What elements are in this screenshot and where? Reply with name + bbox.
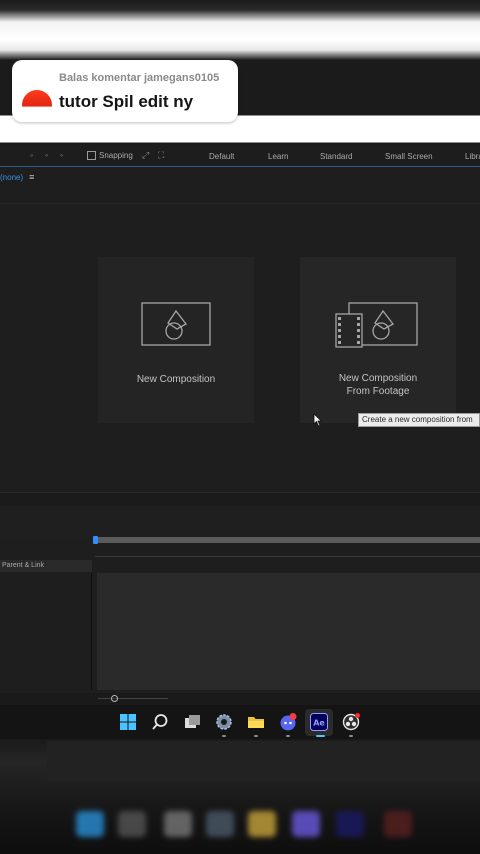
running-indicator [286, 735, 290, 737]
composition-icon [141, 302, 211, 346]
comment-text: tutor Spil edit ny [59, 92, 194, 111]
from-footage-label-line2: From Footage [346, 386, 410, 397]
viewer-status-bar [0, 492, 480, 506]
new-composition-from-footage-button[interactable]: New Composition From Footage [300, 257, 456, 423]
snapping-toggle[interactable]: Snapping [87, 151, 133, 160]
new-composition-button[interactable]: New Composition [98, 257, 254, 423]
reply-comment-card: Balas komentar jamegans0105 tutor Spil e… [12, 60, 238, 122]
workspace-standard[interactable]: Standard [320, 152, 352, 161]
reflection-blur [292, 811, 320, 837]
mouse-cursor-icon [313, 413, 322, 427]
reflection-blur [76, 811, 104, 837]
tool-icon[interactable]: ◦ [45, 150, 55, 160]
composition-panel-tab[interactable]: (none) ≡ [0, 170, 34, 184]
composition-name[interactable]: (none) [0, 173, 23, 182]
snapping-checkbox[interactable] [87, 151, 96, 160]
reflection-blur [336, 811, 364, 837]
windows-start-icon[interactable] [119, 713, 137, 731]
tool-icon[interactable]: ◦ [60, 150, 70, 160]
windows-taskbar: Ae [0, 705, 480, 739]
snap-edges-icon[interactable]: ⤢ [142, 150, 152, 160]
time-ruler[interactable] [95, 545, 480, 557]
comment-avatar [22, 90, 52, 120]
layer-list[interactable] [0, 573, 92, 690]
running-indicator [222, 735, 226, 737]
workspace-small-screen[interactable]: Small Screen [385, 152, 433, 161]
reflection-blur [118, 811, 146, 837]
running-indicator [254, 735, 258, 737]
obs-icon[interactable] [342, 713, 360, 731]
active-indicator [316, 735, 325, 737]
reflection-blur [206, 811, 234, 837]
after-effects-window: ◦ ◦ ◦ Snapping ⤢ ⛶ Default Learn Standar… [0, 145, 480, 705]
snapping-label: Snapping [99, 151, 133, 160]
reflection-blur [248, 811, 276, 837]
workspace-toolbar: ◦ ◦ ◦ Snapping ⤢ ⛶ Default Learn Standar… [0, 145, 480, 167]
file-explorer-icon[interactable] [247, 713, 265, 731]
screen-reflection [0, 739, 480, 854]
current-time-indicator[interactable] [93, 536, 98, 544]
after-effects-icon[interactable]: Ae [310, 713, 328, 731]
zoom-slider-track[interactable] [98, 698, 168, 699]
reply-label: Balas komentar jamegans0105 [59, 72, 220, 84]
snap-features-icon[interactable]: ⛶ [158, 150, 168, 160]
workspace-libraries[interactable]: Libra [465, 152, 480, 161]
tooltip: Create a new composition from [358, 413, 480, 427]
new-composition-label: New Composition [136, 374, 216, 385]
workspace-default[interactable]: Default [209, 152, 234, 161]
parent-link-column-header: Parent & Link [0, 560, 92, 572]
timeline-track-area[interactable] [97, 573, 480, 690]
ae-label: Ae [313, 719, 325, 728]
running-indicator [349, 735, 353, 737]
zoom-slider-knob[interactable] [111, 695, 118, 702]
reflection-blur [164, 811, 192, 837]
hamburger-menu-icon[interactable]: ≡ [29, 172, 34, 182]
workspace-learn[interactable]: Learn [268, 152, 288, 161]
reflection-blur [384, 811, 412, 837]
from-footage-label-line1: New Composition [338, 373, 418, 384]
timeline-zoom-bar [0, 693, 480, 705]
work-area-bar[interactable] [95, 537, 480, 543]
panel-divider [0, 203, 480, 204]
settings-icon[interactable] [215, 713, 233, 731]
reflection-block [47, 741, 480, 781]
discord-icon[interactable] [279, 713, 297, 731]
task-view-icon[interactable] [183, 713, 201, 731]
timeline-header [0, 510, 480, 538]
tool-icon[interactable]: ◦ [30, 150, 40, 160]
search-icon[interactable] [151, 713, 169, 731]
composition-from-footage-icon [335, 302, 418, 348]
